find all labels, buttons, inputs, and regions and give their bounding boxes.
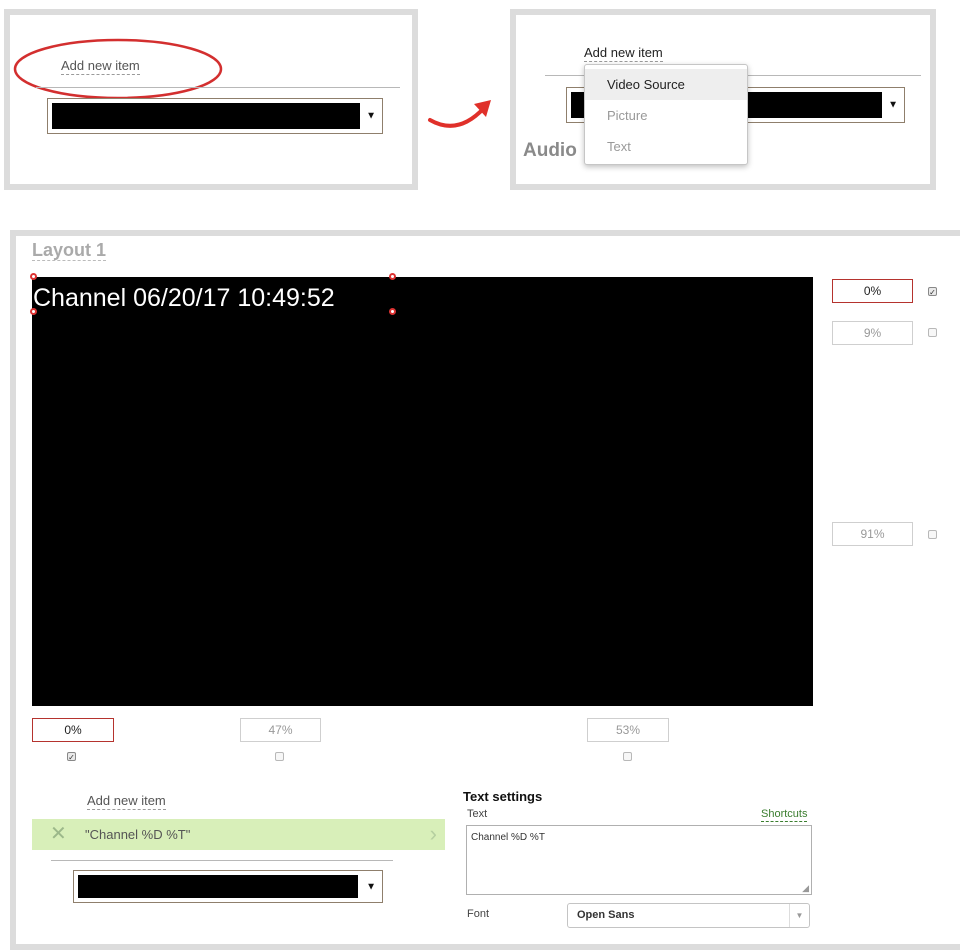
font-label: Font	[467, 908, 490, 920]
step1-select-value	[52, 103, 360, 129]
step1-divider	[36, 87, 400, 88]
font-select-value: Open Sans	[577, 909, 635, 921]
bottom-position-input[interactable]: 91%	[832, 522, 913, 546]
chevron-right-icon[interactable]: ›	[430, 821, 437, 847]
video-preview-canvas[interactable]	[32, 277, 813, 706]
top-position-checkbox[interactable]: ✓	[928, 287, 937, 297]
text-value-content: Channel %D %T	[471, 832, 545, 843]
list-item-label: "Channel %D %T"	[85, 827, 191, 842]
left-position-checkbox[interactable]: ✓	[67, 752, 76, 762]
top-position-input[interactable]: 0%	[832, 279, 913, 303]
resize-handle[interactable]	[389, 273, 396, 280]
highlight-circle-icon	[13, 38, 223, 100]
step1-source-select[interactable]: ▼	[47, 98, 383, 134]
step2-add-item-link[interactable]: Add new item	[584, 45, 663, 62]
add-item-link[interactable]: Add new item	[87, 793, 166, 810]
right-position-checkbox[interactable]	[623, 752, 632, 761]
top-offset-input[interactable]: 9%	[832, 321, 913, 345]
overlay-text-element[interactable]: Channel 06/20/17 10:49:52	[33, 283, 335, 313]
font-select[interactable]: Open Sans ▼	[567, 903, 810, 928]
items-divider	[51, 860, 393, 861]
top-offset-checkbox[interactable]	[928, 328, 937, 337]
menu-item-text[interactable]: Text	[585, 131, 747, 162]
resize-handle[interactable]	[389, 308, 396, 315]
curved-arrow-icon	[428, 100, 491, 128]
text-field-label: Text	[467, 808, 488, 820]
width-position-checkbox[interactable]	[275, 752, 284, 761]
chevron-down-icon: ▼	[789, 904, 809, 927]
item-source-select[interactable]: ▼	[73, 870, 383, 903]
bottom-position-checkbox[interactable]	[928, 530, 937, 539]
resize-grip-icon: ◢	[802, 883, 809, 893]
menu-item-video-source[interactable]: Video Source	[585, 69, 747, 100]
text-settings-heading: Text settings	[463, 789, 543, 804]
audio-heading: Audio	[523, 140, 577, 161]
shortcuts-link[interactable]: Shortcuts	[761, 808, 808, 822]
chevron-down-icon: ▼	[366, 110, 376, 122]
menu-item-picture[interactable]: Picture	[585, 100, 747, 131]
resize-handle[interactable]	[30, 308, 37, 315]
text-value-textarea[interactable]: Channel %D %T ◢	[466, 825, 812, 895]
remove-item-icon[interactable]: ✕	[50, 823, 67, 845]
resize-handle[interactable]	[30, 273, 37, 280]
chevron-down-icon: ▼	[888, 99, 898, 111]
layout-title: Layout 1	[32, 240, 107, 261]
chevron-down-icon: ▼	[366, 881, 376, 892]
item-select-value	[78, 875, 358, 898]
add-item-dropdown-menu: Video Source Picture Text	[584, 64, 748, 165]
left-position-input[interactable]: 0%	[32, 718, 114, 742]
width-position-input[interactable]: 47%	[240, 718, 321, 742]
right-position-input[interactable]: 53%	[587, 718, 669, 742]
list-item-selected[interactable]: ✕ "Channel %D %T" ›	[32, 819, 445, 850]
